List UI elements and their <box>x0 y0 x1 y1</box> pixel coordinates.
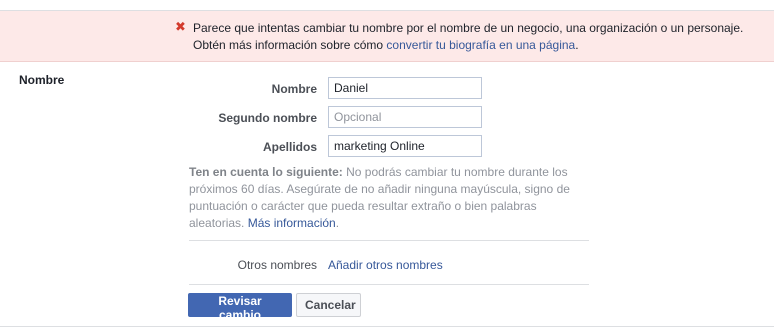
first-name-input[interactable] <box>328 77 482 99</box>
error-help-text: Obtén más información sobre cómo convert… <box>193 38 579 52</box>
close-x-icon: ✖ <box>175 19 186 34</box>
error-message: Parece que intentas cambiar tu nombre po… <box>193 21 744 35</box>
first-name-label: Nombre <box>271 82 317 96</box>
name-change-note: Ten en cuenta lo siguiente: No podrás ca… <box>189 164 589 232</box>
error-help-prefix: Obtén más información sobre cómo <box>193 38 387 52</box>
bottom-border <box>0 326 774 327</box>
more-info-link[interactable]: Más información <box>248 216 336 230</box>
divider <box>189 240 589 241</box>
review-change-button[interactable]: Revisar cambio <box>188 293 292 322</box>
divider <box>189 284 589 285</box>
note-heading: Ten en cuenta lo siguiente: <box>189 165 343 179</box>
middle-name-input[interactable] <box>328 106 482 128</box>
convert-to-page-link[interactable]: convertir tu biografía en una página <box>386 38 575 52</box>
cancel-button[interactable]: Cancelar <box>296 293 361 317</box>
middle-name-label: Segundo nombre <box>218 111 317 125</box>
top-border <box>0 0 774 11</box>
add-other-names-link[interactable]: Añadir otros nombres <box>328 258 443 272</box>
section-title: Nombre <box>19 73 65 87</box>
note-suffix: . <box>335 216 340 230</box>
error-help-suffix: . <box>575 38 579 52</box>
other-names-label: Otros nombres <box>237 258 317 272</box>
last-name-label: Apellidos <box>262 140 317 154</box>
error-banner: ✖ Parece que intentas cambiar tu nombre … <box>0 11 774 62</box>
last-name-input[interactable] <box>328 135 482 157</box>
